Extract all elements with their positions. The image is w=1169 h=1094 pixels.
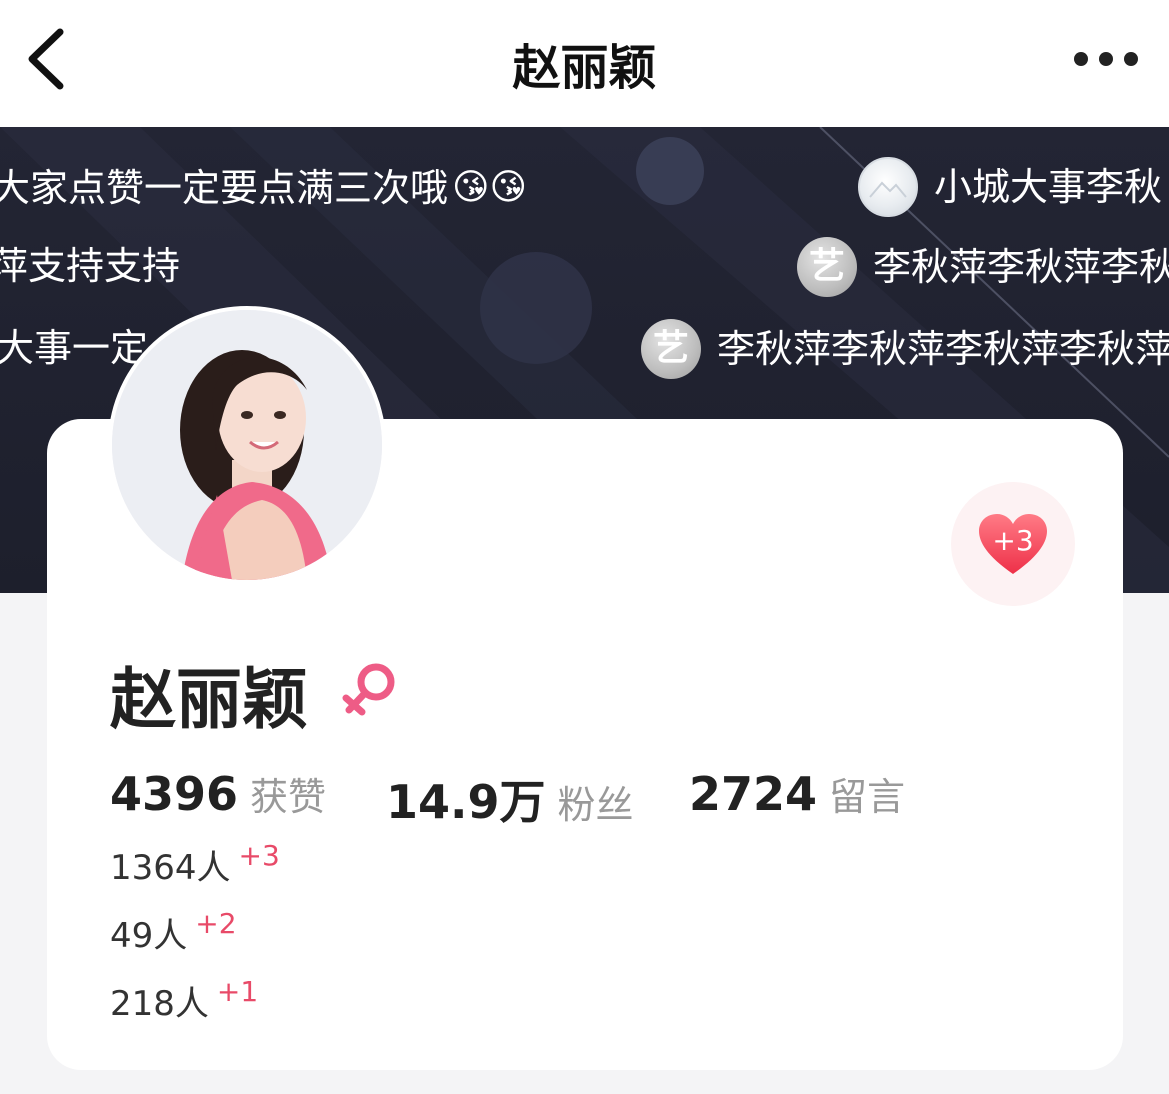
top-nav-bar: 赵丽颖: [0, 0, 1169, 127]
stat-likes[interactable]: 4396 获赞: [110, 766, 326, 821]
profile-name: 赵丽颖: [110, 661, 308, 738]
supporter-count: 1364人: [110, 848, 231, 888]
supporter-plus: +1: [216, 975, 259, 1008]
kiss-emoji: 😘😘: [452, 167, 528, 208]
supporter-count: 218人: [110, 984, 209, 1024]
user-avatar-image: [858, 157, 918, 217]
danmu-text: 大事一定: [0, 326, 149, 370]
stat-label: 粉丝: [557, 783, 634, 827]
supporter-row: 49人 +2: [110, 907, 237, 957]
profile-avatar[interactable]: [108, 306, 386, 584]
danmu-item: 大家点赞一定要点满三次哦 😘😘: [0, 163, 527, 213]
mountain-image-icon: [869, 181, 907, 198]
stat-fans[interactable]: 14.9万 粉丝: [386, 766, 634, 832]
page-title: 赵丽颖: [512, 40, 657, 96]
user-avatar: 艺: [797, 237, 857, 297]
stat-label: 留言: [829, 775, 906, 819]
danmu-text: 李秋萍李秋萍李秋: [873, 245, 1169, 289]
danmu-text: 大家点赞一定要点满三次哦: [0, 166, 449, 210]
stat-value: 14.9万: [386, 775, 546, 829]
supporter-row: 218人 +1: [110, 975, 259, 1025]
supporter-plus: +2: [195, 907, 237, 940]
danmu-text: 小城大事李秋: [934, 165, 1163, 209]
danmu-text: 李秋萍李秋萍李秋萍李秋萍: [717, 327, 1169, 371]
avatar-photo: [112, 310, 382, 580]
stat-value: 4396: [110, 767, 239, 821]
user-avatar: 艺: [641, 319, 701, 379]
danmu-item: 艺 李秋萍李秋萍李秋: [797, 237, 1169, 297]
supporter-plus: +3: [238, 839, 280, 872]
more-dots-icon: [1074, 52, 1138, 66]
like-button[interactable]: +3: [951, 482, 1075, 606]
danmu-item: 艺 李秋萍李秋萍李秋萍李秋萍: [641, 319, 1169, 379]
danmu-item: 萍支持支持: [0, 241, 180, 291]
danmu-text: 萍支持支持: [0, 244, 181, 288]
more-button[interactable]: [1067, 44, 1147, 74]
supporter-count: 49人: [110, 916, 188, 956]
danmu-item: 小城大事李秋: [858, 157, 1162, 217]
like-count: +3: [992, 524, 1034, 557]
stat-value: 2724: [689, 767, 818, 821]
supporter-row: 1364人 +3: [110, 839, 280, 889]
stat-label: 获赞: [250, 775, 327, 819]
stat-comments[interactable]: 2724 留言: [689, 766, 905, 821]
danmu-item: 大事一定: [0, 323, 148, 373]
female-icon: [342, 663, 395, 716]
